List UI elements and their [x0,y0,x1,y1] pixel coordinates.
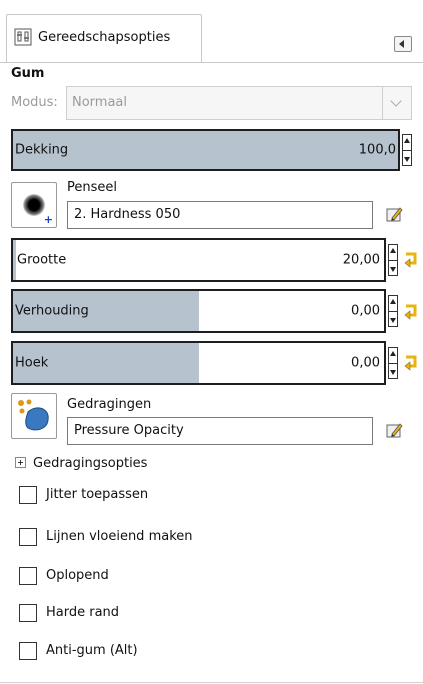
spin-down-icon [404,157,410,162]
hoek-value: 0,00 [351,355,380,371]
smooth-stroke-checkbox[interactable] [19,528,37,546]
grootte-spinner[interactable] [388,244,398,276]
grootte-fill [13,240,16,280]
edit-dynamics-icon[interactable] [386,421,404,439]
grootte-value: 20,00 [342,252,380,268]
checkbox-label: Oplopend [46,568,109,583]
spin-up-icon [390,351,396,356]
tab-divider [0,62,423,63]
grootte-slider[interactable]: Grootte 20,00 [11,238,386,282]
gedragingen-label: Gedragingen [67,397,152,412]
anti-erase-checkbox[interactable] [19,642,37,660]
tool-options-panel: Gereedschapsopties Gum Modus: Normaal De… [0,0,423,684]
edit-brush-icon[interactable] [386,205,404,223]
hard-edge-checkbox[interactable] [19,604,37,622]
verhouding-slider[interactable]: Verhouding 0,00 [11,289,386,333]
hoek-label: Hoek [15,355,49,371]
checkbox-label: Anti-gum (Alt) [46,643,138,658]
modus-select[interactable]: Normaal [66,86,412,120]
penseel-label: Penseel [67,180,117,195]
brush-preview[interactable]: + [11,182,57,228]
hoek-spinner[interactable] [388,347,398,379]
dynamics-preview[interactable] [11,393,57,439]
dekking-slider[interactable]: Dekking 100,0 [11,129,400,171]
spin-down-icon [390,318,396,323]
grootte-label: Grootte [17,252,67,268]
dynamics-icon [16,398,52,438]
verhouding-value: 0,00 [351,303,380,319]
dekking-label: Dekking [15,142,69,158]
hoek-slider[interactable]: Hoek 0,00 [11,341,386,385]
spin-up-icon [404,138,410,143]
jitter-checkbox[interactable] [19,486,37,504]
spin-down-icon [390,370,396,375]
tab-tool-options[interactable]: Gereedschapsopties [6,14,202,63]
dekking-fill [13,131,398,169]
tool-title: Gum [11,66,45,81]
tool-options-icon [14,28,32,46]
chevron-down-icon [382,87,411,119]
spin-down-icon [390,267,396,272]
tab-menu-button[interactable] [394,36,412,52]
brush-plus-icon: + [43,213,53,226]
checkbox-label: Lijnen vloeiend maken [46,529,193,544]
verhouding-label: Verhouding [15,303,89,319]
dekking-spinner[interactable] [402,134,412,166]
spin-up-icon [390,299,396,304]
modus-value: Normaal [72,95,128,110]
bottom-divider [0,682,423,683]
checkbox-label: Harde rand [46,605,120,620]
reset-hoek-icon[interactable] [403,355,419,371]
verhouding-spinner[interactable] [388,295,398,327]
modus-label: Modus: [11,95,58,110]
reset-grootte-icon[interactable] [403,252,419,268]
tab-label: Gereedschapsopties [38,30,171,45]
brush-shape-icon [23,194,45,216]
checkbox-label: Jitter toepassen [46,487,149,502]
reset-verhouding-icon[interactable] [403,304,419,320]
dekking-value: 100,0 [358,142,396,158]
expand-plus-icon[interactable] [15,457,26,468]
tab-bar: Gereedschapsopties [6,10,416,63]
gedragingen-entry[interactable]: Pressure Opacity [67,417,373,445]
incremental-checkbox[interactable] [19,567,37,585]
gedragingsopties-expander[interactable]: Gedragingsopties [33,456,147,471]
spin-up-icon [390,248,396,253]
penseel-entry[interactable]: 2. Hardness 050 [67,201,373,229]
